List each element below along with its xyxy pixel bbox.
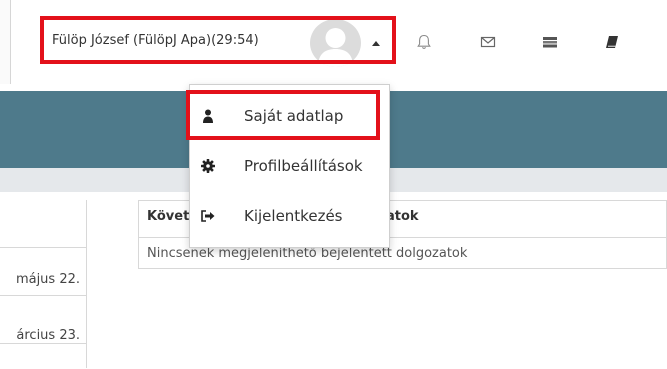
left-date-column: május 22. árcius 23. xyxy=(0,200,87,368)
user-highlight-frame xyxy=(40,16,396,64)
date-cell: május 22. xyxy=(0,247,86,296)
table-header-prefix: Követ xyxy=(147,209,190,224)
envelope-icon[interactable] xyxy=(479,33,497,51)
date-cell xyxy=(0,343,86,369)
menu-item-settings[interactable]: Profilbeállítások xyxy=(190,146,389,186)
empty-table-message: Nincsenek megjeleníthető bejelentett dol… xyxy=(147,246,468,261)
menu-item-label: Kijelentkezés xyxy=(244,207,343,225)
menu-highlight-frame xyxy=(186,90,380,140)
sign-out-icon xyxy=(200,208,216,224)
menu-item-label: Profilbeállítások xyxy=(244,157,363,175)
left-edge-panel xyxy=(0,0,11,84)
gear-icon xyxy=(200,158,216,174)
date-cell: árcius 23. xyxy=(0,295,86,344)
grade-book-icon[interactable] xyxy=(541,33,559,51)
book-icon[interactable] xyxy=(603,33,621,51)
bell-icon[interactable] xyxy=(415,33,433,51)
table-header-suffix: atok xyxy=(386,209,419,224)
date-text: május 22. xyxy=(15,272,80,287)
menu-item-logout[interactable]: Kijelentkezés xyxy=(190,196,389,236)
date-text: árcius 23. xyxy=(16,328,80,343)
